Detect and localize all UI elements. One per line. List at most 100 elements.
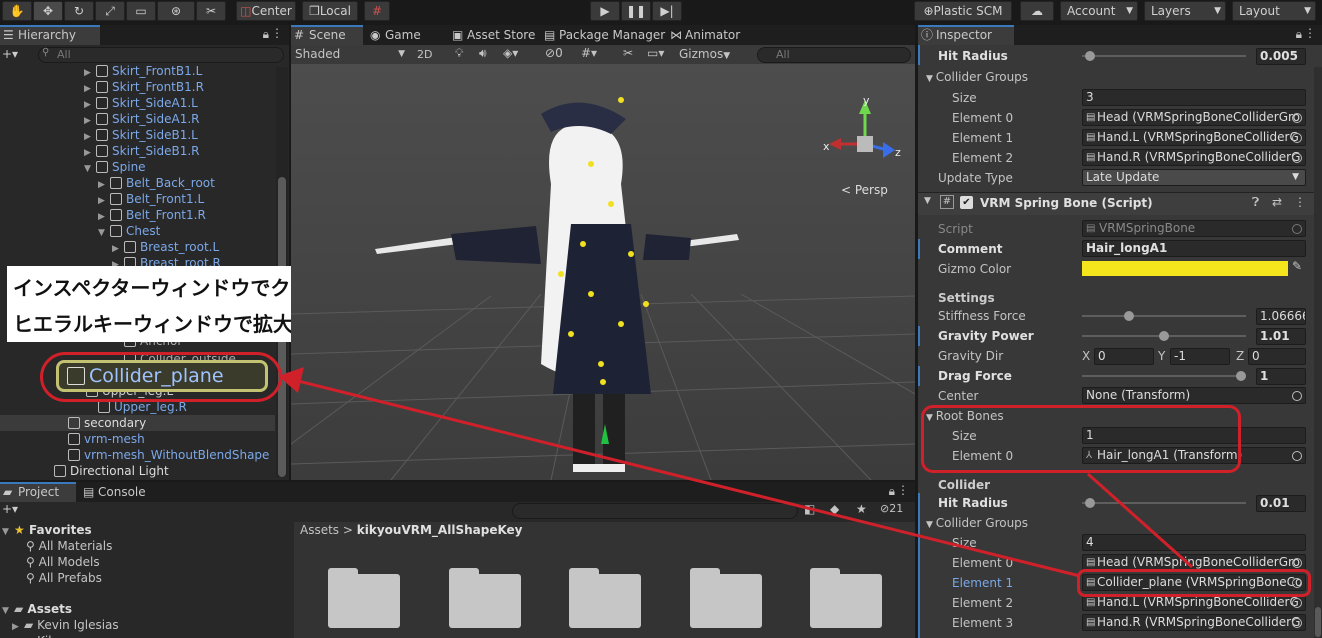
effects-icon[interactable]: ◈▾ bbox=[503, 46, 518, 60]
transform-tool-button[interactable]: ⊛ bbox=[157, 1, 195, 21]
assets-header[interactable]: ▼ ▰ Assets bbox=[2, 601, 72, 617]
element-object-field[interactable]: ▤ Head (VRMSpringBoneColliderGro bbox=[1082, 109, 1306, 126]
gravity-dir-y-field[interactable]: -1 bbox=[1170, 348, 1230, 365]
hit-radius-top-slider[interactable] bbox=[1082, 47, 1246, 65]
hierarchy-row-directional-light[interactable]: Directional Light bbox=[54, 463, 169, 479]
tab-console[interactable]: ▤ Console bbox=[80, 482, 160, 502]
help-icon[interactable]: ❓︎ bbox=[1252, 195, 1259, 210]
hierarchy-row[interactable]: ▼ Spine bbox=[84, 159, 146, 175]
lock-icon[interactable]: 🔒︎ bbox=[1296, 27, 1302, 42]
menu-icon[interactable]: ⋮ bbox=[897, 483, 909, 497]
camera-icon[interactable]: ▭▾ bbox=[647, 46, 664, 60]
layers-dropdown[interactable]: Layers ▼ bbox=[1144, 1, 1226, 21]
tools-icon[interactable]: ✂ bbox=[623, 46, 633, 60]
element-object-field[interactable]: ▤ Hand.R (VRMSpringBoneColliderG bbox=[1082, 149, 1306, 166]
hit-radius-top-field[interactable]: 0.005 bbox=[1256, 48, 1306, 65]
component-menu-icon[interactable]: ⋮ bbox=[1294, 195, 1306, 209]
groups-size-field[interactable]: 4 bbox=[1082, 534, 1306, 551]
grid-icon[interactable]: #▾ bbox=[581, 46, 597, 60]
expand-arrow-icon[interactable]: ▼ bbox=[98, 225, 110, 241]
layout-dropdown[interactable]: Layout ▼ bbox=[1232, 1, 1316, 21]
collider-groups-top-foldout[interactable]: ▼ Collider Groups bbox=[926, 68, 1028, 86]
scene-search-input[interactable]: All bbox=[757, 47, 911, 63]
step-button[interactable]: ▶| bbox=[652, 1, 682, 21]
tab-project[interactable]: ▰ Project bbox=[0, 482, 76, 502]
element-object-field[interactable]: ▤ Hand.L (VRMSpringBoneColliderG bbox=[1082, 129, 1306, 146]
folder-item[interactable] bbox=[328, 568, 400, 628]
hierarchy-row[interactable]: ▶ Skirt_SideA1.R bbox=[84, 111, 200, 127]
groups-top-size-field[interactable]: 3 bbox=[1082, 89, 1306, 106]
hierarchy-row-vrm-mesh-noblend[interactable]: vrm-mesh_WithoutBlendShape bbox=[68, 447, 269, 463]
grid-snap-button[interactable]: # bbox=[364, 1, 390, 21]
tab-scene[interactable]: # Scene bbox=[291, 25, 363, 45]
rect-tool-button[interactable]: ▭ bbox=[126, 1, 156, 21]
persp-label[interactable]: < Persp bbox=[841, 183, 888, 197]
scrollbar-thumb[interactable] bbox=[1315, 607, 1321, 637]
center-field[interactable]: None (Transform) bbox=[1082, 387, 1306, 404]
favorites-header[interactable]: ▼ ★ Favorites bbox=[2, 522, 92, 538]
project-search-input[interactable] bbox=[512, 503, 798, 519]
gravity-power-field[interactable]: 1.01 bbox=[1256, 328, 1306, 345]
lock-icon[interactable]: 🔒︎ bbox=[889, 484, 895, 499]
lock-icon[interactable]: 🔒︎ bbox=[263, 27, 269, 42]
assets-folder-item[interactable]: ▶ ▰ Kevin Iglesias bbox=[12, 617, 119, 633]
hit-radius-slider[interactable] bbox=[1082, 494, 1246, 512]
gravity-dir-x-field[interactable]: 0 bbox=[1094, 348, 1154, 365]
breadcrumb-current[interactable]: kikyouVRM_AllShapeKey bbox=[357, 523, 523, 537]
create-asset-button[interactable]: +▾ bbox=[2, 502, 32, 516]
hierarchy-row[interactable]: ▶ Skirt_FrontB1.R bbox=[84, 79, 204, 95]
hidden-packages-icon[interactable]: ⊘21 bbox=[880, 502, 903, 515]
drag-force-field[interactable]: 1 bbox=[1256, 368, 1306, 385]
hierarchy-row[interactable]: ▶ Belt_Back_root bbox=[98, 175, 215, 191]
hierarchy-row[interactable]: ▶ Skirt_SideB1.R bbox=[84, 143, 200, 159]
gravity-power-slider[interactable] bbox=[1082, 327, 1246, 345]
gizmo-color-swatch[interactable] bbox=[1082, 261, 1288, 276]
filter-type-icon[interactable]: ◧ bbox=[804, 502, 815, 516]
gravity-dir-z-field[interactable]: 0 bbox=[1248, 348, 1306, 365]
gizmos-dropdown[interactable]: Gizmos▼ bbox=[679, 46, 735, 63]
pause-button[interactable]: ❚❚ bbox=[621, 1, 651, 21]
folder-item[interactable] bbox=[449, 568, 521, 628]
audio-icon[interactable]: 🔊︎ bbox=[479, 46, 487, 61]
favorites-item[interactable]: ⚲ All Models bbox=[26, 554, 100, 570]
tab-hierarchy[interactable]: ☰ Hierarchy bbox=[0, 25, 100, 45]
enabled-checkbox[interactable]: ✔ bbox=[960, 196, 973, 209]
hierarchy-row[interactable]: ▶ Belt_Front1.R bbox=[98, 207, 206, 223]
tab-inspector[interactable]: ⓘ Inspector bbox=[918, 25, 1014, 45]
tab-game[interactable]: ◉ Game bbox=[367, 25, 447, 45]
inspector-scrollbar[interactable] bbox=[1314, 67, 1322, 638]
hierarchy-row[interactable]: ▶ Breast_root.L bbox=[112, 239, 219, 255]
hidden-objects-icon[interactable]: ⊘0 bbox=[545, 46, 563, 60]
expand-arrow-icon[interactable]: ▼ bbox=[84, 161, 96, 177]
favorites-item[interactable]: ⚲ All Prefabs bbox=[26, 570, 102, 586]
favorite-star-icon[interactable]: ★ bbox=[856, 502, 867, 516]
stiffness-field[interactable]: 1.06666 bbox=[1256, 308, 1306, 325]
shading-mode-dropdown[interactable]: Shaded ▼ bbox=[293, 46, 409, 63]
hierarchy-row[interactable]: ▼ Chest bbox=[98, 223, 160, 239]
stiffness-slider[interactable] bbox=[1082, 307, 1246, 325]
scale-tool-button[interactable]: ⤢ bbox=[95, 1, 125, 21]
cloud-button[interactable]: ☁ bbox=[1020, 1, 1054, 21]
drag-force-slider[interactable] bbox=[1082, 367, 1246, 385]
pivot-center-button[interactable]: ◫Center bbox=[236, 1, 296, 21]
scene-viewport[interactable]: y x z < Persp bbox=[291, 64, 915, 480]
hierarchy-row[interactable]: ▶ Skirt_FrontB1.L bbox=[84, 63, 202, 79]
component-header[interactable]: ▼ # ✔ VRM Spring Bone (Script) ❓︎ ⇄ ⋮ bbox=[918, 193, 1322, 215]
tab-animator[interactable]: ⋈ Animator bbox=[667, 25, 757, 45]
breadcrumb-assets[interactable]: Assets bbox=[300, 523, 339, 537]
hit-radius-field[interactable]: 0.01 bbox=[1256, 495, 1306, 512]
folder-item[interactable] bbox=[690, 568, 762, 628]
menu-icon[interactable]: ⋮ bbox=[1304, 26, 1316, 40]
menu-icon[interactable]: ⋮ bbox=[271, 26, 283, 40]
preset-icon[interactable]: ⇄ bbox=[1272, 195, 1282, 209]
collider-groups-foldout[interactable]: ▼ Collider Groups bbox=[926, 514, 1028, 532]
account-dropdown[interactable]: Account ▼ bbox=[1060, 1, 1138, 21]
hierarchy-row-collider-plane[interactable]: Collider_plane bbox=[56, 360, 268, 392]
create-button[interactable]: +▾ bbox=[2, 47, 32, 63]
hierarchy-row-vrm-mesh[interactable]: vrm-mesh bbox=[68, 431, 145, 447]
folder-item[interactable] bbox=[569, 568, 641, 628]
hierarchy-row[interactable]: ▶ Skirt_SideB1.L bbox=[84, 127, 198, 143]
custom-tool-button[interactable]: ✂ bbox=[196, 1, 226, 21]
assets-folder-item[interactable]: ▶▰ Kikyo bbox=[12, 633, 69, 638]
hierarchy-search-input[interactable]: All bbox=[38, 47, 284, 63]
